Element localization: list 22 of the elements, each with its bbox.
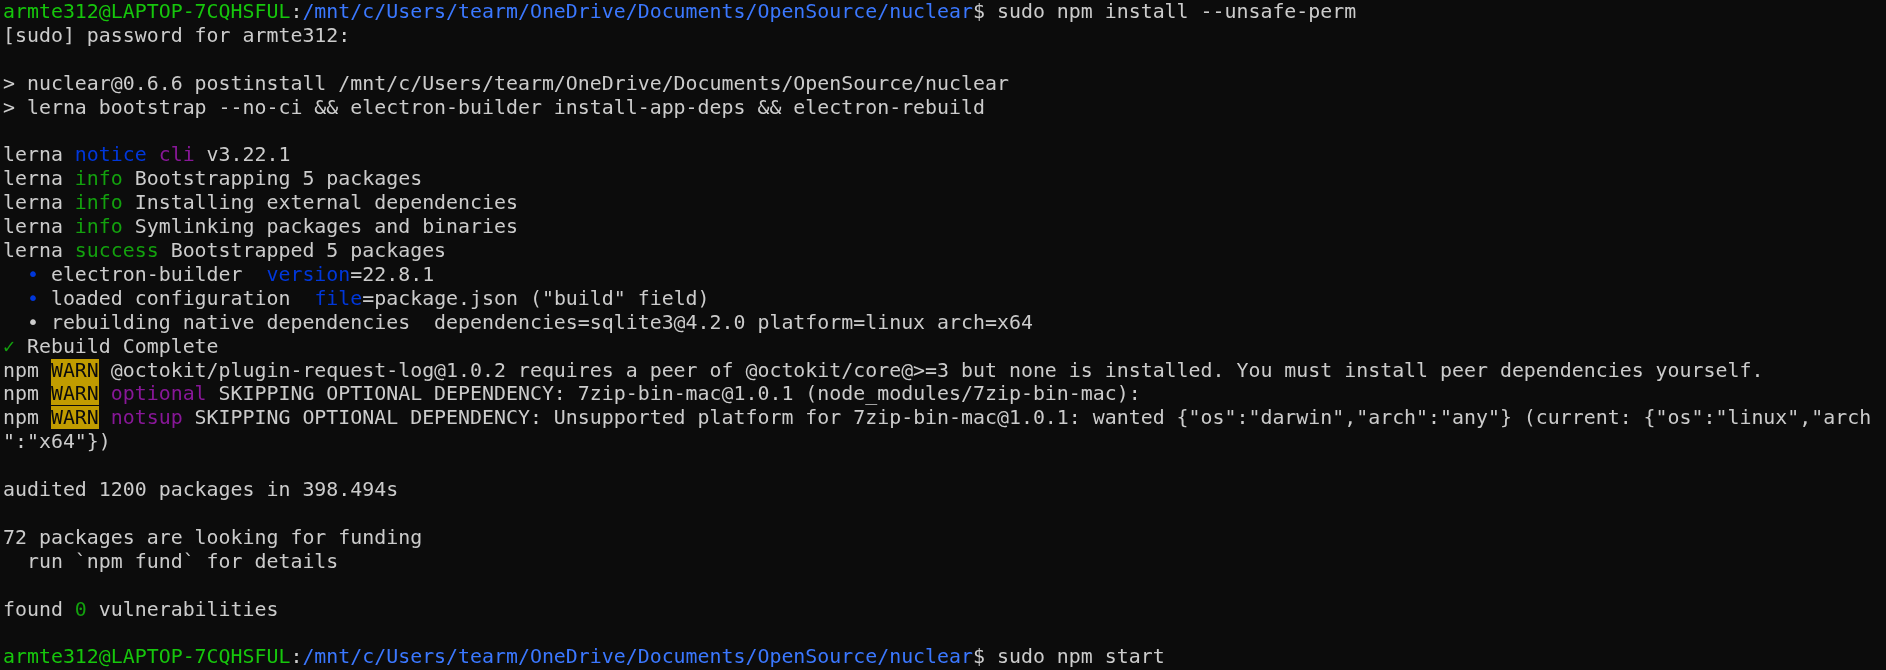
terminal-line: npm WARN optional SKIPPING OPTIONAL DEPENDENCY: 7zip-bin-mac@1.0.1 (node_modules/7zip-bin-mac): <box>3 382 1141 407</box>
terminal-line: • loaded configuration file=package.json ("build" field) <box>25 286 710 311</box>
terminal-line: npm WARN @octokit/plugin-request-log@1.0.2 requires a peer of @octokit/core@>=3 but none is installed. You must install peer dependencies yourself. <box>3 358 1764 383</box>
terminal-line: armte312@LAPTOP-7CQHSFUL:/mnt/c/Users/tearm/OneDrive/Documents/OpenSource/nuclear$ sudo npm install --unsafe-perm <box>3 0 1357 24</box>
terminal-line: audited 1200 packages in 398.494s <box>3 478 399 502</box>
terminal-line: 72 packages are looking for funding <box>3 525 423 550</box>
terminal-line: lerna notice cli v3.22.1 <box>3 143 291 168</box>
terminal-line: > lerna bootstrap --no-ci && electron-builder install-app-deps && electron-rebuild <box>3 95 985 120</box>
terminal-line: run `npm fund` for details <box>25 549 339 574</box>
terminal-line: > nuclear@0.6.6 postinstall /mnt/c/Users/tearm/OneDrive/Documents/OpenSource/nuclear <box>3 71 1009 96</box>
terminal-line: ":"x64"}) <box>3 430 111 455</box>
terminal-line: found 0 vulnerabilities <box>3 597 279 622</box>
terminal-line: lerna info Symlinking packages and binaries <box>3 215 518 240</box>
terminal-line: npm WARN notsup SKIPPING OPTIONAL DEPENDENCY: Unsupported platform for 7zip-bin-mac@1.0.1: wanted {"os":"darwin","arch":"any"} (current: {"os":"linux","arch <box>3 406 1872 431</box>
terminal-line: lerna info Installing external dependencies <box>3 191 518 216</box>
terminal-line: lerna success Bootstrapped 5 packages <box>3 239 447 263</box>
terminal-line: armte312@LAPTOP-7CQHSFUL:/mnt/c/Users/tearm/OneDrive/Documents/OpenSource/nuclear$ sudo npm start <box>3 645 1165 670</box>
terminal-line: • rebuilding native dependencies dependencies=sqlite3@4.2.0 platform=linux arch=x64 <box>25 310 1033 335</box>
terminal-line: ✓ Rebuild Complete <box>3 334 219 359</box>
terminal-line: [sudo] password for armte312: <box>3 23 351 48</box>
terminal-line: • electron-builder version=22.8.1 <box>25 262 435 287</box>
terminal-line: lerna info Bootstrapping 5 packages <box>3 167 423 192</box>
